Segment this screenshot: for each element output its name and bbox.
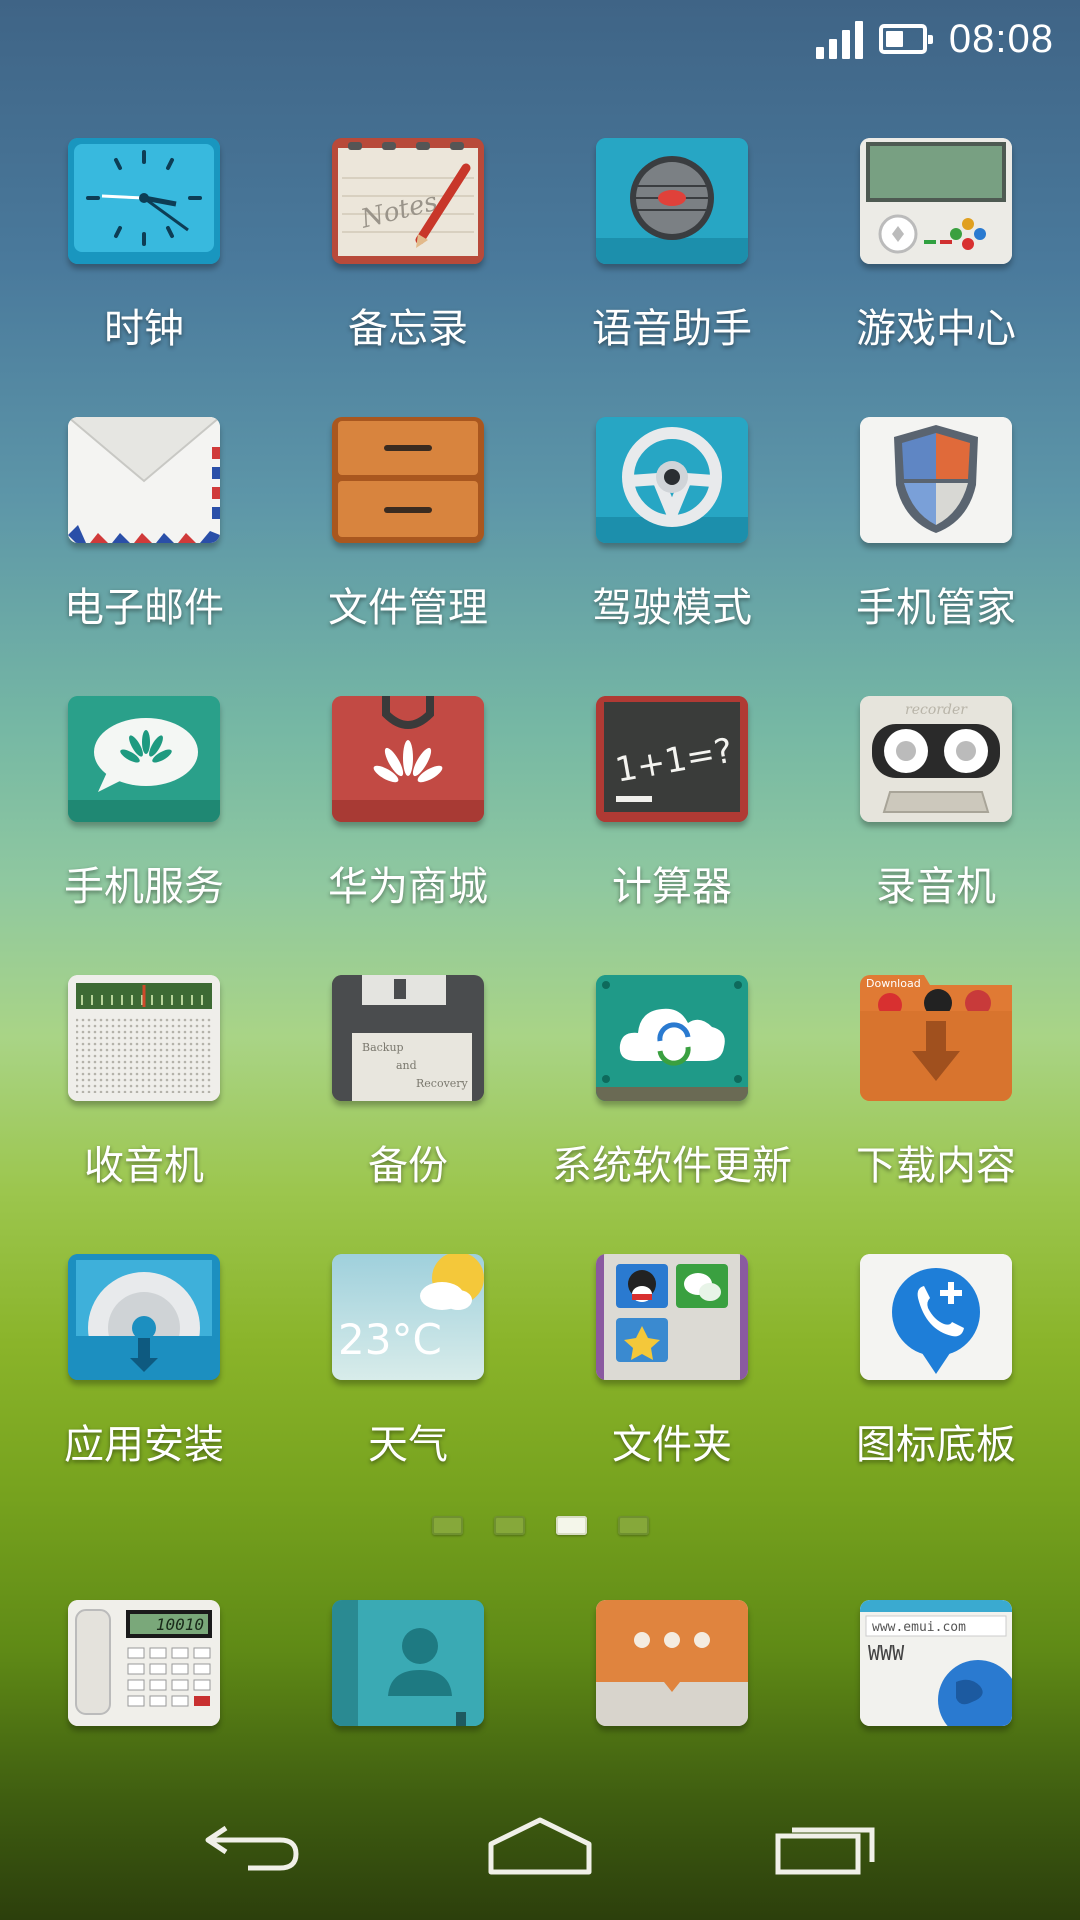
- signal-icon: [815, 19, 863, 59]
- page-indicator-dot[interactable]: [493, 1516, 525, 1535]
- dock-phone[interactable]: 10010: [12, 1600, 276, 1740]
- app-email[interactable]: 电子邮件: [12, 417, 276, 663]
- app-notes[interactable]: Notes 备忘录: [276, 138, 540, 384]
- weather-icon: 23°C: [332, 1254, 484, 1380]
- dock-browser[interactable]: www.emui.com WWW: [804, 1600, 1068, 1740]
- battery-icon: [878, 24, 933, 54]
- app-label: 游戏中心: [856, 306, 1016, 352]
- app-label: 文件夹: [612, 1422, 732, 1468]
- app-downloads[interactable]: Download 下载内容: [804, 975, 1068, 1221]
- back-icon: [205, 1825, 299, 1871]
- app-label: 文件管理: [328, 585, 488, 631]
- app-label: 手机服务: [64, 864, 224, 910]
- weather-temp: 23°C: [338, 1315, 442, 1364]
- home-icon: [488, 1817, 592, 1875]
- app-recorder[interactable]: recorder 录音机: [804, 696, 1068, 942]
- home-button[interactable]: [485, 1810, 595, 1880]
- backup-text-2: and: [396, 1059, 417, 1072]
- dock: 10010 www.emui.com WWW: [0, 1600, 1080, 1740]
- browser-icon: www.emui.com WWW: [860, 1600, 1012, 1726]
- phone-display: 10010: [156, 1615, 204, 1634]
- back-button[interactable]: [198, 1810, 308, 1880]
- app-label: 驾驶模式: [592, 585, 752, 631]
- app-game-center[interactable]: 游戏中心: [804, 138, 1068, 384]
- app-weather[interactable]: 23°C 天气: [276, 1254, 540, 1500]
- notes-icon: Notes: [332, 138, 484, 264]
- app-label: 时钟: [104, 306, 184, 352]
- shield-icon: [860, 417, 1012, 543]
- shopping-bag-icon: [332, 696, 484, 822]
- radio-icon: [68, 975, 220, 1101]
- app-label: 电子邮件: [64, 585, 224, 631]
- drawer-icon: [332, 417, 484, 543]
- app-file-manager[interactable]: 文件管理: [276, 417, 540, 663]
- app-label: 应用安装: [64, 1422, 224, 1468]
- envelope-icon: [68, 417, 220, 543]
- app-install[interactable]: 应用安装: [12, 1254, 276, 1500]
- browser-url: www.emui.com: [872, 1620, 966, 1635]
- app-label: 备份: [368, 1143, 448, 1189]
- recents-icon: [775, 1827, 875, 1875]
- cloud-sync-icon: [596, 975, 748, 1101]
- app-label: 系统软件更新: [552, 1143, 792, 1189]
- chalkboard-icon: 1+1=?: [596, 696, 748, 822]
- microphone-icon: [596, 138, 748, 264]
- browser-www: WWW: [868, 1641, 905, 1665]
- download-folder-icon: Download: [860, 975, 1012, 1101]
- steering-wheel-icon: [596, 417, 748, 543]
- app-huawei-store[interactable]: 华为商城: [276, 696, 540, 942]
- download-text: Download: [866, 977, 921, 990]
- clock-icon: [68, 138, 220, 264]
- phone-plus-icon: [860, 1254, 1012, 1380]
- app-system-update[interactable]: 系统软件更新: [540, 975, 804, 1221]
- app-grid: 时钟 Notes 备忘录 语音助手 游戏中心 电子邮件 文件管理 驾驶模式 手机…: [0, 138, 1080, 1500]
- backup-text-3: Recovery: [416, 1077, 469, 1090]
- app-backup[interactable]: Backup and Recovery 备份: [276, 975, 540, 1221]
- app-voice-assistant[interactable]: 语音助手: [540, 138, 804, 384]
- dock-contacts[interactable]: [276, 1600, 540, 1740]
- app-icon-board[interactable]: 图标底板: [804, 1254, 1068, 1500]
- page-indicator-dot[interactable]: [431, 1516, 463, 1535]
- app-phone-service[interactable]: 手机服务: [12, 696, 276, 942]
- recents-button[interactable]: [772, 1810, 882, 1880]
- app-radio[interactable]: 收音机: [12, 975, 276, 1221]
- telephone-icon: 10010: [68, 1600, 220, 1726]
- cassette-text: recorder: [905, 702, 968, 718]
- app-label: 录音机: [876, 864, 996, 910]
- navigation-bar: [0, 1770, 1080, 1920]
- app-phone-manager[interactable]: 手机管家: [804, 417, 1068, 663]
- app-label: 天气: [368, 1422, 448, 1468]
- speech-bubble-icon: [68, 696, 220, 822]
- app-label: 计算器: [612, 864, 732, 910]
- app-label: 备忘录: [348, 306, 468, 352]
- app-label: 图标底板: [856, 1422, 1016, 1468]
- status-time: 08:08: [948, 16, 1054, 61]
- folder-icon: [596, 1254, 748, 1380]
- page-indicator-dot[interactable]: [555, 1516, 587, 1535]
- disc-install-icon: [68, 1254, 220, 1380]
- app-label: 华为商城: [328, 864, 488, 910]
- floppy-disk-icon: Backup and Recovery: [332, 975, 484, 1101]
- app-driving-mode[interactable]: 驾驶模式: [540, 417, 804, 663]
- cassette-icon: recorder: [860, 696, 1012, 822]
- app-clock[interactable]: 时钟: [12, 138, 276, 384]
- page-indicators: [0, 1516, 1080, 1535]
- app-folder[interactable]: 文件夹: [540, 1254, 804, 1500]
- page-indicator-dot[interactable]: [617, 1516, 649, 1535]
- backup-text-1: Backup: [362, 1041, 404, 1054]
- app-label: 收音机: [84, 1143, 204, 1189]
- app-label: 下载内容: [856, 1143, 1016, 1189]
- status-bar: 08:08: [0, 0, 1080, 78]
- app-label: 手机管家: [856, 585, 1016, 631]
- gamepad-icon: [860, 138, 1012, 264]
- messages-icon: [596, 1600, 748, 1726]
- dock-messages[interactable]: [540, 1600, 804, 1740]
- app-calculator[interactable]: 1+1=? 计算器: [540, 696, 804, 942]
- app-label: 语音助手: [592, 306, 752, 352]
- contacts-icon: [332, 1600, 484, 1726]
